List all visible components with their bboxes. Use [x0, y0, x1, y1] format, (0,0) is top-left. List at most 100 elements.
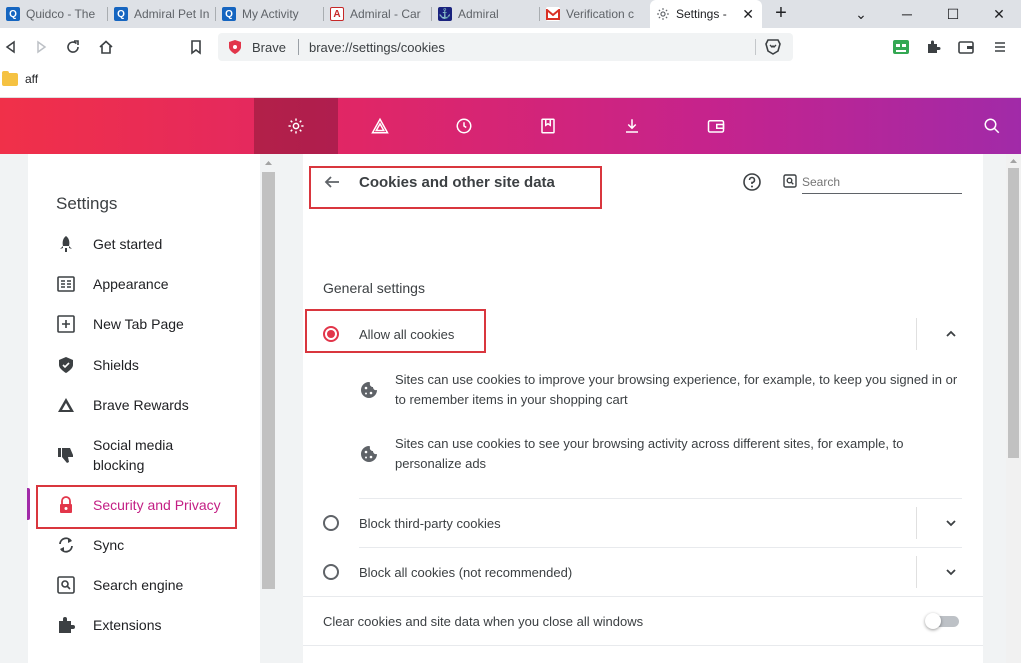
search-input[interactable]	[802, 170, 962, 194]
home-button[interactable]	[95, 36, 117, 58]
close-tab-icon[interactable]: ✕	[742, 6, 754, 23]
new-tab-button[interactable]: +	[770, 2, 792, 25]
minimize-button[interactable]: ─	[884, 0, 930, 28]
sidebar-item-appearance[interactable]: Appearance	[56, 274, 169, 294]
cookie-description-1: Sites can use cookies to improve your br…	[395, 372, 958, 407]
sidebar-item-label: Sync	[93, 537, 125, 553]
close-window-button[interactable]: ✕	[976, 0, 1021, 28]
sidebar-item-label: Get started	[93, 236, 163, 252]
radio-block-third-party[interactable]	[323, 515, 339, 531]
bookmark-button[interactable]	[185, 36, 207, 58]
page-scrollbar[interactable]	[1006, 154, 1021, 663]
tab-title: Quidco - The	[26, 7, 96, 21]
extensions-button[interactable]	[922, 36, 944, 58]
brave-label: Brave	[252, 40, 286, 55]
gmail-icon	[546, 7, 560, 21]
back-button[interactable]	[0, 36, 22, 58]
header-search-button[interactable]	[950, 98, 1021, 154]
admiral-crest-icon: ⚓	[438, 7, 452, 21]
sidebar-item-social-media-blocking[interactable]: Social media blocking	[56, 435, 173, 475]
tab-verification[interactable]: Verification c	[540, 0, 648, 28]
radio-allow-all-cookies[interactable]	[323, 326, 339, 342]
sidebar-item-sync[interactable]: Sync	[56, 535, 124, 555]
scrollbar-thumb[interactable]	[1008, 168, 1019, 458]
sidebar-scrollbar[interactable]	[262, 158, 275, 663]
chevron-down-icon[interactable]	[944, 516, 958, 530]
hamburger-icon	[995, 42, 1005, 52]
sidebar-item-label: Brave Rewards	[93, 397, 189, 413]
header-history-button[interactable]	[422, 98, 506, 154]
extension-green-button[interactable]	[890, 36, 912, 58]
clear-on-exit-label: Clear cookies and site data when you clo…	[323, 614, 644, 629]
bookmark-folder-aff[interactable]: aff	[25, 72, 38, 86]
cookie-description-2: Sites can use cookies to see your browsi…	[395, 436, 904, 471]
sidebar-item-shields[interactable]: Shields	[56, 355, 139, 375]
maximize-button[interactable]: ☐	[930, 0, 976, 28]
header-rewards-button[interactable]	[338, 98, 422, 154]
sidebar-item-new-tab-page[interactable]: New Tab Page	[56, 314, 184, 334]
tab-admiral-pet[interactable]: Q Admiral Pet In	[108, 0, 216, 28]
header-downloads-button[interactable]	[590, 98, 674, 154]
rocket-icon	[56, 234, 76, 254]
tab-my-activity[interactable]: Q My Activity	[216, 0, 324, 28]
brave-lion-icon[interactable]	[764, 38, 782, 56]
sidebar-item-security-and-privacy[interactable]: Security and Privacy	[56, 495, 221, 515]
tab-settings[interactable]: Settings - ✕	[650, 0, 762, 28]
help-icon[interactable]	[743, 173, 761, 191]
wallet-button[interactable]	[955, 36, 977, 58]
cookies-settings-card: Cookies and other site data General sett…	[303, 154, 983, 663]
tab-quidco[interactable]: Q Quidco - The	[0, 0, 108, 28]
settings-sidebar: Settings Get started Appearance New Tab …	[0, 154, 275, 663]
shield-icon	[56, 355, 76, 375]
tab-strip: Q Quidco - The Q Admiral Pet In Q My Act…	[0, 0, 1021, 28]
header-wallet-button[interactable]	[674, 98, 758, 154]
tab-admiral-car[interactable]: A Admiral - Car	[324, 0, 432, 28]
gear-icon	[656, 7, 670, 21]
toolbar: Brave brave://settings/cookies	[0, 28, 1021, 66]
active-indicator	[27, 488, 30, 520]
chevron-down-icon[interactable]	[944, 565, 958, 579]
sidebar-item-label: Social media	[93, 437, 174, 453]
radio-block-all[interactable]	[323, 564, 339, 580]
sidebar-item-search-engine[interactable]: Search engine	[56, 575, 183, 595]
new-tab-icon	[56, 314, 76, 334]
tab-title: Admiral Pet In	[134, 7, 210, 21]
back-arrow-icon[interactable]	[323, 173, 341, 191]
sidebar-item-extensions[interactable]: Extensions	[56, 615, 161, 635]
brave-shield-icon	[229, 40, 241, 54]
puzzle-icon	[928, 40, 941, 53]
tab-title: Admiral - Car	[350, 7, 421, 21]
cookie-icon	[361, 382, 377, 398]
clear-on-exit-toggle[interactable]	[925, 613, 959, 629]
quidco-q-icon: Q	[114, 7, 128, 21]
wallet-icon	[958, 41, 974, 54]
sidebar-item-label: New Tab Page	[93, 316, 184, 332]
puzzle-icon	[56, 615, 76, 635]
bookmarks-icon	[541, 118, 555, 134]
tab-title: Admiral	[458, 7, 499, 21]
quidco-q-icon: Q	[6, 7, 20, 21]
tab-search-button[interactable]: ⌄	[838, 0, 884, 28]
header-bookmarks-button[interactable]	[506, 98, 590, 154]
forward-button[interactable]	[30, 36, 52, 58]
url-text[interactable]: brave://settings/cookies	[309, 40, 445, 55]
gear-icon	[288, 118, 304, 134]
sidebar-item-brave-rewards[interactable]: Brave Rewards	[56, 395, 189, 415]
back-icon	[5, 40, 15, 54]
lock-icon	[56, 495, 76, 515]
cookie-icon	[361, 446, 377, 462]
tab-admiral[interactable]: ⚓ Admiral	[432, 0, 540, 28]
search-engine-icon	[56, 575, 76, 595]
menu-button[interactable]	[989, 36, 1011, 58]
reload-icon	[67, 40, 79, 53]
quidco-q-icon: Q	[222, 7, 236, 21]
download-icon	[626, 119, 638, 133]
sidebar-item-label: Shields	[93, 357, 139, 373]
chevron-up-icon[interactable]	[944, 327, 958, 341]
sidebar-item-get-started[interactable]: Get started	[56, 234, 162, 254]
address-bar[interactable]: Brave brave://settings/cookies	[218, 33, 793, 61]
settings-header	[0, 98, 1021, 154]
reload-button[interactable]	[62, 36, 84, 58]
extension-green-icon	[893, 40, 909, 54]
header-settings-button[interactable]	[254, 98, 338, 154]
